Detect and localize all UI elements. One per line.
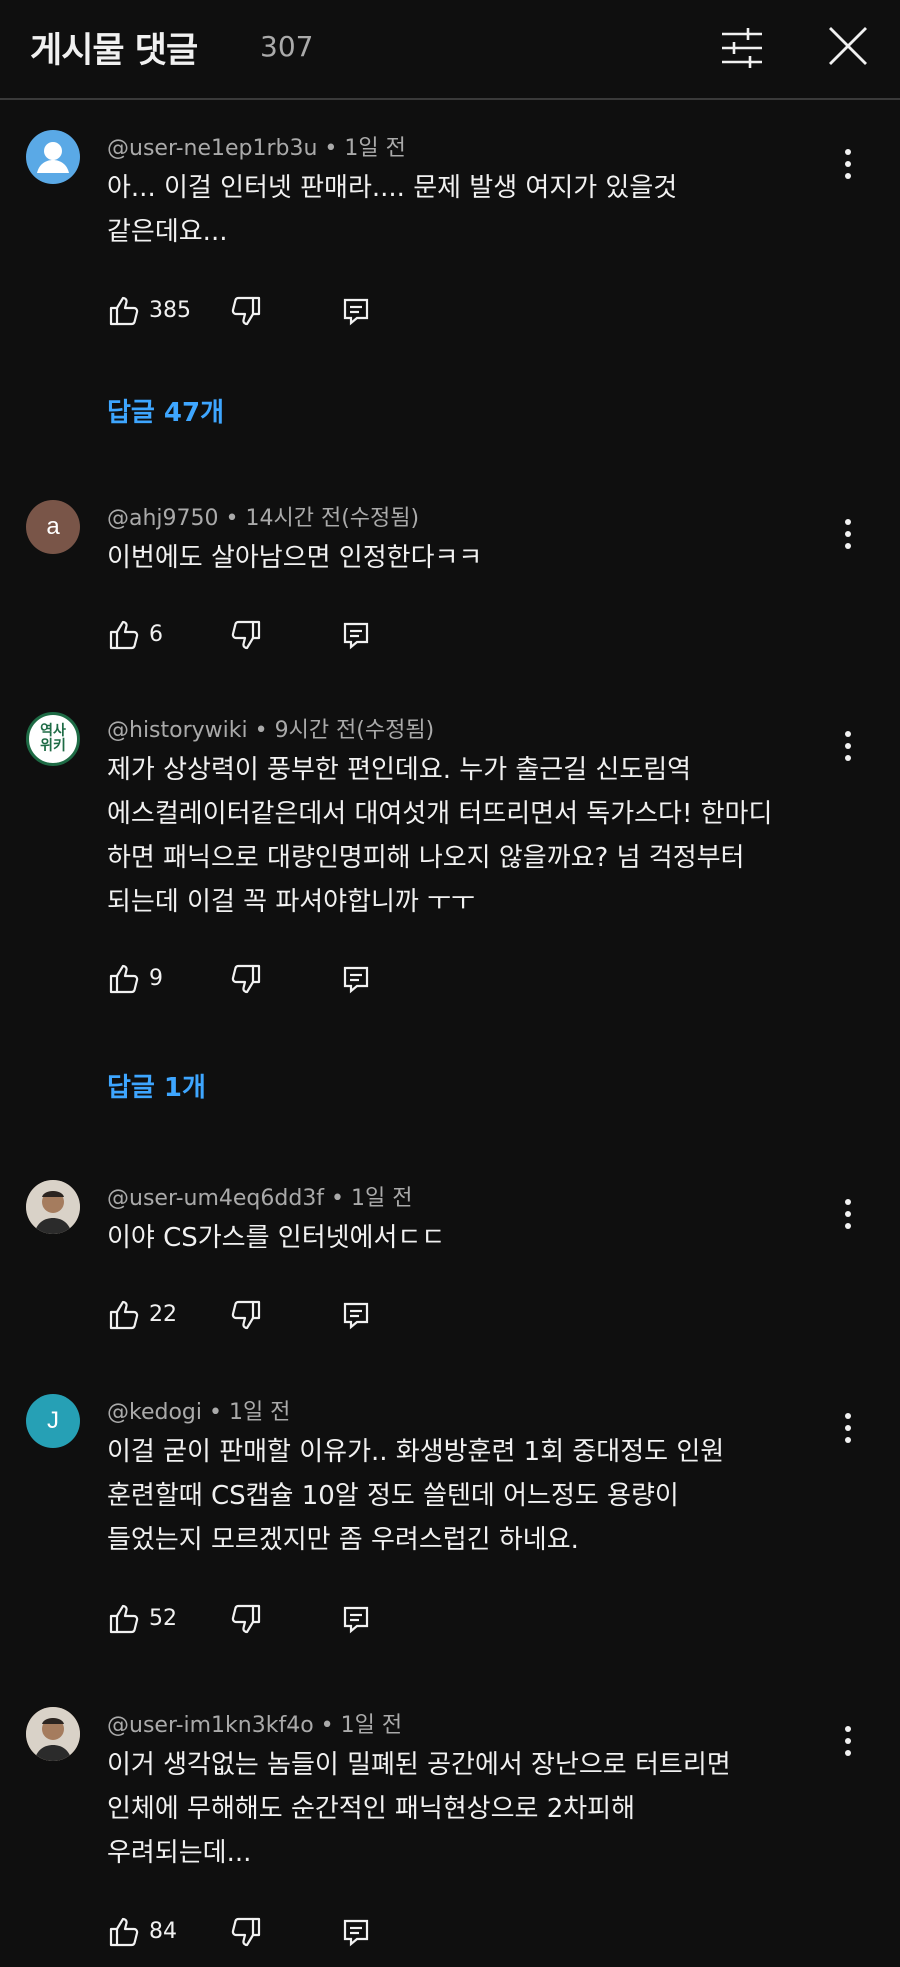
thumb-up-icon — [109, 296, 139, 326]
reply-button[interactable] — [341, 964, 371, 994]
comment-text: 이거 생각없는 놈들이 밀폐된 공간에서 장난으로 터트리면인체에 무해해도 순… — [107, 1743, 847, 1875]
like-button[interactable] — [107, 618, 141, 652]
comment-meta[interactable]: @user-ne1ep1rb3u • 1일 전 — [107, 130, 406, 162]
comment-text-line: 같은데요... — [107, 217, 228, 247]
comment-text: 아... 이걸 인터넷 판매라.... 문제 발생 여지가 있을것같은데요... — [107, 166, 847, 254]
thumb-up-icon — [109, 620, 139, 650]
avatar[interactable] — [26, 1707, 80, 1761]
comment-text-line: 이야 CS가스를 인터넷에서ㄷㄷ — [107, 1223, 446, 1253]
filter-button[interactable] — [720, 26, 764, 70]
comment-text-line: 이걸 굳이 판매할 이유가.. 화생방훈련 1회 중대정도 인원 — [107, 1437, 725, 1467]
close-icon — [829, 27, 867, 65]
dislike-button[interactable] — [229, 1915, 263, 1949]
like-count: 22 — [149, 1302, 177, 1327]
comment-meta[interactable]: @user-im1kn3kf4o • 1일 전 — [107, 1707, 402, 1739]
comment-text-line: 되는데 이걸 꼭 파셔야합니까 ㅜㅜ — [107, 887, 475, 917]
like-count: 9 — [149, 966, 163, 991]
comment-text: 이야 CS가스를 인터넷에서ㄷㄷ — [107, 1216, 847, 1260]
avatar[interactable]: J — [26, 1394, 80, 1448]
like-count: 6 — [149, 622, 163, 647]
comment-text-line: 이번에도 살아남으면 인정한다ㅋㅋ — [107, 543, 483, 573]
like-button[interactable] — [107, 294, 141, 328]
comment-reply-icon — [343, 1919, 369, 1947]
like-count: 385 — [149, 298, 191, 323]
like-button[interactable] — [107, 1915, 141, 1949]
dislike-button[interactable] — [229, 294, 263, 328]
thumb-down-icon — [231, 964, 261, 994]
thumb-down-icon — [231, 296, 261, 326]
thumb-down-icon — [231, 1300, 261, 1330]
page-title: 게시물 댓글 — [30, 31, 198, 71]
view-replies-button[interactable]: 답글 1개 — [107, 1067, 206, 1104]
comment-text-line: 들었는지 모르겠지만 좀 우려스럽긴 하네요. — [107, 1525, 579, 1555]
comment-text-line: 우려되는데... — [107, 1838, 252, 1868]
thumb-down-icon — [231, 620, 261, 650]
thumb-up-icon — [109, 964, 139, 994]
logo-text-bottom: 위키 — [40, 738, 66, 754]
view-replies-button[interactable]: 답글 47개 — [107, 392, 224, 429]
comment-meta[interactable]: @user-um4eq6dd3f • 1일 전 — [107, 1180, 413, 1212]
like-button[interactable] — [107, 962, 141, 996]
comment-text-line: 인체에 무해해도 순간적인 패닉현상으로 2차피해 — [107, 1794, 636, 1824]
comment-text: 제가 상상력이 풍부한 편인데요. 누가 출근길 신도림역에스컬레이터같은데서 … — [107, 748, 847, 924]
comment-text: 이번에도 살아남으면 인정한다ㅋㅋ — [107, 536, 847, 580]
reply-button[interactable] — [341, 620, 371, 650]
avatar[interactable] — [26, 1180, 80, 1234]
comment-reply-icon — [343, 1302, 369, 1330]
comment-text: 이걸 굳이 판매할 이유가.. 화생방훈련 1회 중대정도 인원훈련할때 CS캡… — [107, 1430, 847, 1562]
comment-reply-icon — [343, 966, 369, 994]
comment-reply-icon — [343, 298, 369, 326]
like-count: 84 — [149, 1919, 177, 1944]
comment-text-line: 아... 이걸 인터넷 판매라.... 문제 발생 여지가 있을것 — [107, 173, 678, 203]
avatar-letter: J — [47, 1407, 59, 1434]
thumb-up-icon — [109, 1300, 139, 1330]
person-icon — [37, 142, 69, 173]
comment-text-line: 훈련할때 CS캡슐 10알 정도 쓸텐데 어느정도 용량이 — [107, 1481, 679, 1511]
reply-button[interactable] — [341, 296, 371, 326]
comment-meta[interactable]: @kedogi • 1일 전 — [107, 1394, 290, 1426]
thumb-up-icon — [109, 1917, 139, 1947]
thumb-down-icon — [231, 1604, 261, 1634]
avatar-letter: a — [46, 513, 60, 540]
avatar[interactable]: a — [26, 500, 80, 554]
thumb-up-icon — [109, 1604, 139, 1634]
comment-text-line: 이거 생각없는 놈들이 밀폐된 공간에서 장난으로 터트리면 — [107, 1750, 731, 1780]
dislike-button[interactable] — [229, 1298, 263, 1332]
like-count: 52 — [149, 1606, 177, 1631]
dislike-button[interactable] — [229, 1602, 263, 1636]
comment-text-line: 제가 상상력이 풍부한 편인데요. 누가 출근길 신도림역 — [107, 755, 692, 785]
reply-button[interactable] — [341, 1300, 371, 1330]
comment-text-line: 에스컬레이터같은데서 대여섯개 터뜨리면서 독가스다! 한마디 — [107, 799, 773, 829]
comment-meta[interactable]: @historywiki • 9시간 전(수정됨) — [107, 712, 434, 744]
like-button[interactable] — [107, 1602, 141, 1636]
comment-reply-icon — [343, 622, 369, 650]
comment-count: 307 — [260, 30, 314, 63]
like-button[interactable] — [107, 1298, 141, 1332]
close-button[interactable] — [826, 24, 870, 68]
dislike-button[interactable] — [229, 618, 263, 652]
profile-photo-icon — [26, 1180, 80, 1234]
profile-photo-icon — [26, 1707, 80, 1761]
filter-icon — [722, 28, 762, 68]
comment-text-line: 하면 패닉으로 대량인명피해 나오지 않을까요? 넘 걱정부터 — [107, 843, 745, 873]
reply-button[interactable] — [341, 1917, 371, 1947]
thumb-down-icon — [231, 1917, 261, 1947]
comment-meta[interactable]: @ahj9750 • 14시간 전(수정됨) — [107, 500, 419, 532]
dislike-button[interactable] — [229, 962, 263, 996]
comments-header: 게시물 댓글 307 — [0, 0, 900, 100]
comment-reply-icon — [343, 1606, 369, 1634]
avatar[interactable] — [26, 130, 80, 184]
avatar[interactable]: 역사 위키 — [26, 712, 80, 766]
logo-text-top: 역사 — [40, 723, 66, 739]
reply-button[interactable] — [341, 1604, 371, 1634]
